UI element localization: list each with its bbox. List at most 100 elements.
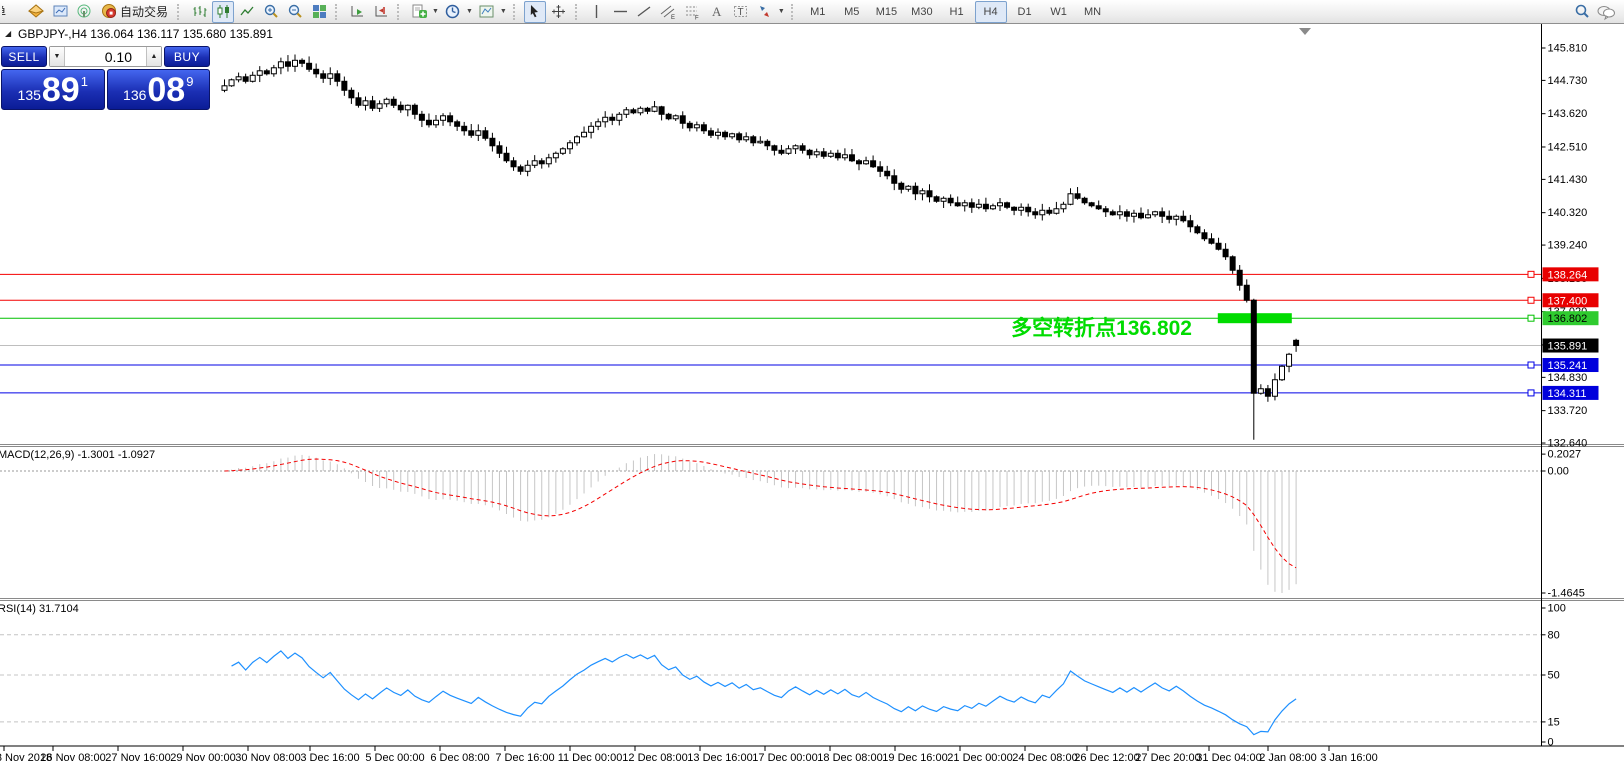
axis-label: 0.2027 xyxy=(1548,449,1582,461)
channel-icon[interactable]: E xyxy=(658,1,680,23)
candle-body xyxy=(489,137,496,147)
charts-icon[interactable] xyxy=(49,1,71,23)
chart-title: GBPJPY-,H4 136.064 136.117 135.680 135.8… xyxy=(18,27,273,41)
candle-body xyxy=(1004,202,1011,208)
indicators-dropdown-arrow[interactable]: ▼ xyxy=(432,8,439,15)
candle-body xyxy=(284,61,291,67)
indicators-icon[interactable] xyxy=(408,1,430,23)
candle-body xyxy=(665,113,672,120)
buy-button[interactable]: BUY xyxy=(164,46,210,67)
candle-body xyxy=(1215,242,1222,250)
new-order-button[interactable]: 单 xyxy=(1,1,23,23)
candle-body xyxy=(1229,256,1236,271)
auto-scroll-icon[interactable] xyxy=(346,1,368,23)
level-line-handle[interactable] xyxy=(1527,270,1535,278)
chart-canvas[interactable]: 145.810 144.730 143.620 142.510 141.430 140.3… xyxy=(0,24,1624,769)
axis-label: 100 xyxy=(1548,603,1566,615)
chat-icon[interactable] xyxy=(1595,1,1617,23)
fibonacci-icon[interactable]: F xyxy=(682,1,704,23)
level-line-handle[interactable] xyxy=(1527,389,1535,397)
timeframe-m15[interactable]: M15 xyxy=(870,1,903,23)
time-axis-label: 7 Dec 16:00 xyxy=(495,752,554,764)
crosshair-icon[interactable] xyxy=(548,1,570,23)
time-axis-label: 17 Dec 00:00 xyxy=(752,752,817,764)
candle-body xyxy=(1138,212,1144,219)
periods-dropdown-arrow[interactable]: ▼ xyxy=(466,8,473,15)
candle-body xyxy=(743,136,750,141)
market-signals-icon[interactable] xyxy=(73,1,95,23)
periods-icon[interactable] xyxy=(442,1,464,23)
level-line-handle[interactable] xyxy=(1527,296,1535,304)
cursor-icon[interactable] xyxy=(523,0,546,23)
candlestick-chart-icon[interactable] xyxy=(212,0,235,23)
zoom-out-icon[interactable] xyxy=(284,1,306,23)
arrows-icon[interactable] xyxy=(754,1,776,23)
time-axis-label: 19 Dec 16:00 xyxy=(882,752,947,764)
timeframe-m30[interactable]: M30 xyxy=(905,1,938,23)
toolbar-separator xyxy=(177,3,183,20)
horizontal-line-icon[interactable] xyxy=(610,1,632,23)
candle-body xyxy=(221,85,228,91)
candle-body xyxy=(891,175,898,184)
trendline-icon[interactable] xyxy=(634,1,656,23)
tile-windows-icon[interactable] xyxy=(308,1,330,23)
chart-shift-marker-icon[interactable] xyxy=(1299,28,1311,35)
toolbar-separator xyxy=(790,3,797,20)
candle-body xyxy=(750,136,757,144)
timeframe-mn[interactable]: MN xyxy=(1077,1,1109,23)
candle-body xyxy=(355,97,362,106)
candle-body xyxy=(757,140,764,144)
zoom-in-icon[interactable] xyxy=(260,1,282,23)
text-icon[interactable]: A xyxy=(706,1,728,23)
volume-input[interactable]: 0.10 xyxy=(65,47,146,66)
candle-body xyxy=(327,73,334,79)
candle-body xyxy=(1236,269,1243,286)
search-icon[interactable] xyxy=(1571,1,1593,23)
time-axis-label: 30 Nov 08:00 xyxy=(235,752,300,764)
buy-price-button[interactable]: 136 08 9 xyxy=(106,69,210,110)
candle-body xyxy=(644,107,651,112)
axis-label: 15 xyxy=(1548,716,1560,728)
line-chart-icon[interactable] xyxy=(236,1,258,23)
axis-label: 142.510 xyxy=(1548,141,1588,153)
timeframe-d1[interactable]: D1 xyxy=(1009,1,1041,23)
axis-label: 139.240 xyxy=(1548,240,1588,252)
candle-body xyxy=(376,103,383,109)
candle-body xyxy=(1279,365,1285,381)
sell-price-button[interactable]: 135 89 1 xyxy=(1,69,105,110)
candle-body xyxy=(997,202,1003,207)
candle-body xyxy=(559,148,566,154)
timeframe-m1[interactable]: M1 xyxy=(802,1,834,23)
timeframe-h4[interactable]: H4 xyxy=(974,0,1007,23)
candle-body xyxy=(461,125,468,132)
candle-body xyxy=(1123,211,1130,217)
axis-label: 143.620 xyxy=(1548,108,1588,120)
arrows-dropdown-arrow[interactable]: ▼ xyxy=(778,8,785,15)
axis-label: 80 xyxy=(1548,629,1560,641)
bar-chart-icon[interactable] xyxy=(188,1,210,23)
volume-increase-button[interactable]: ▲ xyxy=(146,47,161,66)
vertical-line-icon[interactable] xyxy=(586,1,608,23)
candle-body xyxy=(545,157,552,165)
chart-shift-icon[interactable] xyxy=(370,1,392,23)
timeframe-w1[interactable]: W1 xyxy=(1043,1,1075,23)
level-line-handle[interactable] xyxy=(1527,314,1535,322)
candle-body xyxy=(707,130,714,136)
candle-body xyxy=(242,76,249,82)
autotrading-button[interactable]: 自动交易 xyxy=(97,1,172,23)
level-line-handle[interactable] xyxy=(1527,361,1535,369)
templates-icon[interactable] xyxy=(476,1,498,23)
candle-body xyxy=(799,145,806,151)
sell-button[interactable]: SELL xyxy=(1,46,47,67)
volume-decrease-button[interactable]: ▼ xyxy=(50,47,65,66)
expert-advisors-icon[interactable] xyxy=(25,1,47,23)
candle-body xyxy=(256,70,263,76)
candle-body xyxy=(1264,388,1271,397)
label-icon[interactable]: T xyxy=(730,1,752,23)
timeframe-h1[interactable]: H1 xyxy=(941,1,973,23)
candle-body xyxy=(299,59,306,64)
timeframe-m5[interactable]: M5 xyxy=(836,1,868,23)
rsi-label: RSI(14) 31.7104 xyxy=(0,603,79,615)
templates-dropdown-arrow[interactable]: ▼ xyxy=(500,8,507,15)
candle-body xyxy=(425,119,432,126)
